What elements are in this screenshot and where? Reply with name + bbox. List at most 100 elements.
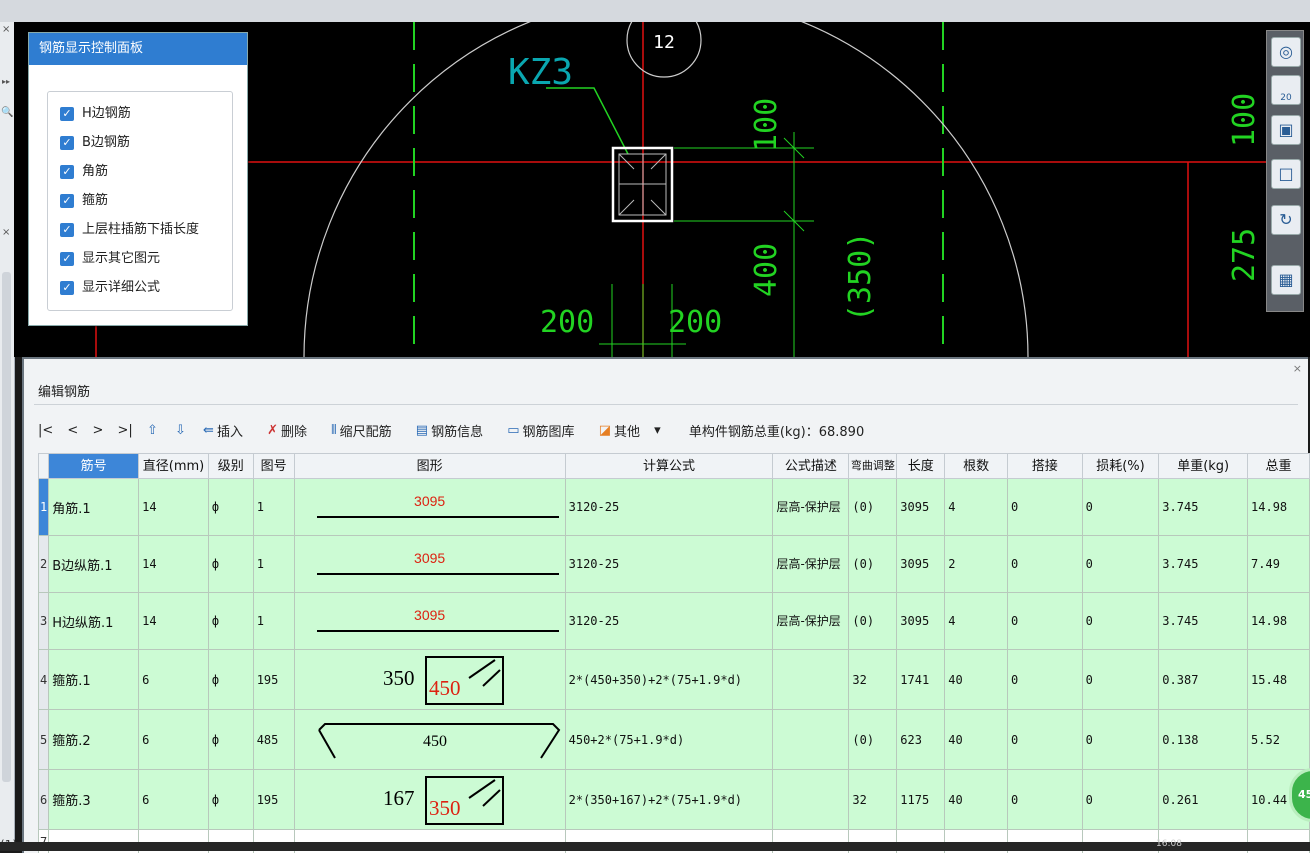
- move-up-button[interactable]: ⇧: [147, 423, 161, 438]
- cell-loss[interactable]: 0: [1082, 479, 1159, 536]
- first-button[interactable]: |<: [38, 423, 53, 438]
- cell-name[interactable]: B边纵筋.1: [49, 536, 139, 593]
- rotate-icon[interactable]: ↻: [1271, 205, 1301, 235]
- cell-bend[interactable]: (0): [849, 593, 897, 650]
- shape-cell[interactable]: 350450: [294, 650, 565, 710]
- cell-total[interactable]: 15.48: [1248, 650, 1310, 710]
- cell-fig[interactable]: 1: [253, 593, 294, 650]
- checkbox-checked-icon[interactable]: ✓: [60, 252, 74, 266]
- cell-fig[interactable]: 1: [253, 479, 294, 536]
- option-show-other[interactable]: ✓显示其它图元: [60, 249, 160, 269]
- row-number[interactable]: 5: [39, 710, 49, 770]
- 2d-view-icon[interactable]: 20: [1271, 75, 1301, 105]
- search-icon[interactable]: 🔍: [1, 107, 13, 118]
- shape-cell[interactable]: 450: [294, 710, 565, 770]
- table-row[interactable]: 1角筋.114ф130953120-25层高-保护层(0)30954003.74…: [39, 479, 1310, 536]
- cell-unit[interactable]: 3.745: [1159, 479, 1248, 536]
- cell-desc[interactable]: 层高-保护层: [773, 479, 849, 536]
- row-number[interactable]: 3: [39, 593, 49, 650]
- cell-desc[interactable]: 层高-保护层: [773, 536, 849, 593]
- grid-icon[interactable]: ▦: [1271, 265, 1301, 295]
- rebar-library-button[interactable]: ▭钢筋图库: [507, 421, 584, 440]
- cell-lap[interactable]: 0: [1007, 770, 1082, 830]
- cell-name[interactable]: H边纵筋.1: [49, 593, 139, 650]
- option-detail-formula[interactable]: ✓显示详细公式: [60, 278, 160, 298]
- 3d-box-icon[interactable]: ▣: [1271, 115, 1301, 145]
- option-b-rebar[interactable]: ✓B边钢筋: [60, 133, 130, 153]
- cell-count[interactable]: 40: [945, 650, 1008, 710]
- cell-dia[interactable]: 14: [139, 479, 209, 536]
- checkbox-checked-icon[interactable]: ✓: [60, 165, 74, 179]
- cell-length[interactable]: 3095: [897, 479, 945, 536]
- cell-name[interactable]: 箍筋.1: [49, 650, 139, 710]
- option-stirrup[interactable]: ✓箍筋: [60, 191, 108, 211]
- table-row[interactable]: 5箍筋.26ф485450450+2*(75+1.9*d)(0)62340000…: [39, 710, 1310, 770]
- option-dowel-length[interactable]: ✓上层柱插筋下插长度: [60, 220, 199, 240]
- table-row[interactable]: 4箍筋.16ф1953504502*(450+350)+2*(75+1.9*d)…: [39, 650, 1310, 710]
- cell-count[interactable]: 2: [945, 536, 1008, 593]
- cell-desc[interactable]: 层高-保护层: [773, 593, 849, 650]
- cell-grade[interactable]: ф: [208, 479, 253, 536]
- cell-lap[interactable]: 0: [1007, 650, 1082, 710]
- cell-length[interactable]: 1741: [897, 650, 945, 710]
- checkbox-checked-icon[interactable]: ✓: [60, 136, 74, 150]
- cell-lap[interactable]: 0: [1007, 593, 1082, 650]
- cell-dia[interactable]: 6: [139, 650, 209, 710]
- option-corner-rebar[interactable]: ✓角筋: [60, 162, 108, 182]
- cell-formula[interactable]: 2*(450+350)+2*(75+1.9*d): [565, 650, 773, 710]
- col-header[interactable]: 直径(mm): [139, 454, 209, 479]
- cell-count[interactable]: 40: [945, 770, 1008, 830]
- cell-desc[interactable]: [773, 710, 849, 770]
- cell-fig[interactable]: 195: [253, 650, 294, 710]
- cell-name[interactable]: 箍筋.3: [49, 770, 139, 830]
- cell-count[interactable]: 4: [945, 593, 1008, 650]
- cell-total[interactable]: 7.49: [1248, 536, 1310, 593]
- cell-fig[interactable]: 195: [253, 770, 294, 830]
- cell-loss[interactable]: 0: [1082, 536, 1159, 593]
- col-header[interactable]: 公式描述: [773, 454, 849, 479]
- cell-dia[interactable]: 6: [139, 710, 209, 770]
- cell-lap[interactable]: 0: [1007, 710, 1082, 770]
- cell-unit[interactable]: 0.387: [1159, 650, 1248, 710]
- shape-cell[interactable]: 3095: [294, 536, 565, 593]
- cell-grade[interactable]: ф: [208, 710, 253, 770]
- checkbox-checked-icon[interactable]: ✓: [60, 281, 74, 295]
- row-number[interactable]: 1: [39, 479, 49, 536]
- col-header[interactable]: 长度: [897, 454, 945, 479]
- checkbox-checked-icon[interactable]: ✓: [60, 223, 74, 237]
- cell-unit[interactable]: 3.745: [1159, 593, 1248, 650]
- table-row[interactable]: 2B边纵筋.114ф130953120-25层高-保护层(0)30952003.…: [39, 536, 1310, 593]
- rebar-table[interactable]: 筋号 直径(mm) 级别 图号 图形 计算公式 公式描述 弯曲调整 长度 根数 …: [38, 453, 1310, 853]
- cell-grade[interactable]: ф: [208, 536, 253, 593]
- close-icon[interactable]: ×: [2, 227, 10, 238]
- table-row[interactable]: 6箍筋.36ф1951673502*(350+167)+2*(75+1.9*d)…: [39, 770, 1310, 830]
- col-header[interactable]: 搭接: [1007, 454, 1082, 479]
- move-down-button[interactable]: ⇩: [175, 423, 189, 438]
- cell-formula[interactable]: 450+2*(75+1.9*d): [565, 710, 773, 770]
- expand-icon[interactable]: ▸▸: [2, 77, 10, 86]
- cell-dia[interactable]: 14: [139, 536, 209, 593]
- cell-total[interactable]: 14.98: [1248, 593, 1310, 650]
- rebar-info-button[interactable]: ▤钢筋信息: [416, 421, 493, 440]
- cell-loss[interactable]: 0: [1082, 770, 1159, 830]
- cell-formula[interactable]: 3120-25: [565, 536, 773, 593]
- cell-name[interactable]: 箍筋.2: [49, 710, 139, 770]
- close-icon[interactable]: ×: [1293, 362, 1302, 375]
- col-header[interactable]: 图形: [294, 454, 565, 479]
- cell-grade[interactable]: ф: [208, 650, 253, 710]
- col-header[interactable]: 图号: [253, 454, 294, 479]
- col-header[interactable]: 级别: [208, 454, 253, 479]
- col-header[interactable]: 单重(kg): [1159, 454, 1248, 479]
- col-header[interactable]: 弯曲调整: [849, 454, 897, 479]
- col-header[interactable]: 总重: [1248, 454, 1310, 479]
- row-number[interactable]: 4: [39, 650, 49, 710]
- col-header[interactable]: 根数: [945, 454, 1008, 479]
- cell-bend[interactable]: 32: [849, 650, 897, 710]
- cell-formula[interactable]: 3120-25: [565, 593, 773, 650]
- row-number[interactable]: 6: [39, 770, 49, 830]
- row-number[interactable]: 2: [39, 536, 49, 593]
- cell-formula[interactable]: 3120-25: [565, 479, 773, 536]
- next-button[interactable]: >: [92, 423, 103, 438]
- 3d-box-icon[interactable]: □: [1271, 159, 1301, 189]
- cell-bend[interactable]: (0): [849, 536, 897, 593]
